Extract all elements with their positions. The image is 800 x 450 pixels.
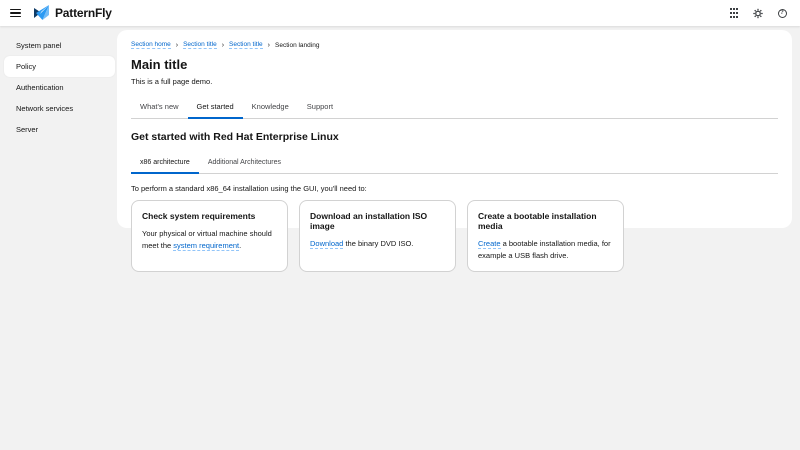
app-body: System panel Policy Authentication Netwo…: [0, 26, 800, 450]
intro-text: To perform a standard x86_64 installatio…: [131, 184, 367, 193]
card-create-bootable-media: Create a bootable installation media Cre…: [467, 200, 624, 273]
breadcrumb-link-section-title-2[interactable]: Section title: [229, 41, 263, 49]
breadcrumb-link-section-title-1[interactable]: Section title: [183, 41, 217, 49]
breadcrumb: Section home › Section title › Section t…: [131, 41, 778, 49]
breadcrumb-separator-icon: ›: [175, 41, 179, 49]
gear-icon[interactable]: [753, 8, 763, 18]
brand-title: PatternFly: [55, 6, 112, 20]
card-body: Your physical or virtual machine should …: [142, 228, 277, 251]
sidebar-item-network-services[interactable]: Network services: [4, 98, 115, 119]
card-title: Check system requirements: [142, 211, 256, 221]
system-requirement-link[interactable]: system requirement: [173, 240, 240, 251]
masthead: PatternFly ?: [0, 0, 800, 26]
hamburger-menu-icon[interactable]: [10, 7, 21, 20]
apps-grid-icon[interactable]: [729, 8, 739, 18]
card-body-text: .: [239, 240, 242, 250]
breadcrumb-separator-icon: ›: [221, 41, 225, 49]
sidebar-item-authentication[interactable]: Authentication: [4, 77, 115, 98]
content-panel: Section home › Section title › Section t…: [117, 30, 792, 273]
tab-additional-architectures[interactable]: Additional Architectures: [199, 153, 290, 174]
card-title: Create a bootable installation media: [478, 211, 597, 231]
sidebar-item-policy[interactable]: Policy: [4, 56, 115, 77]
card-download-iso: Download an installation ISO image Downl…: [299, 200, 456, 273]
tab-whats-new[interactable]: What's new: [131, 96, 188, 119]
breadcrumb-separator-icon: ›: [267, 41, 270, 49]
card-row: Check system requirements Your physical …: [131, 200, 778, 273]
section-heading: Get started with Red Hat Enterprise Linu…: [131, 131, 339, 143]
breadcrumb-current-page: Section landing: [275, 41, 320, 49]
create-link[interactable]: Create: [478, 239, 501, 249]
download-link[interactable]: Download: [310, 239, 344, 249]
page-subtitle: This is a full page demo.: [131, 77, 213, 86]
help-question-icon[interactable]: ?: [777, 8, 787, 18]
card-body: Download the binary DVD ISO.: [310, 238, 445, 250]
main-area: Section home › Section title › Section t…: [117, 26, 800, 450]
sidebar-nav: System panel Policy Authentication Netwo…: [0, 26, 117, 450]
brand[interactable]: PatternFly: [34, 5, 112, 21]
secondary-tabs: x86 architecture Additional Architecture…: [131, 153, 778, 174]
tab-support[interactable]: Support: [298, 96, 342, 119]
breadcrumb-link-section-home[interactable]: Section home: [131, 41, 171, 49]
tab-get-started[interactable]: Get started: [187, 96, 243, 119]
card-body: Create a bootable installation media, fo…: [478, 238, 613, 261]
page-title: Main title: [131, 57, 188, 72]
patternfly-logo-icon: [34, 5, 49, 20]
card-body-text: the binary DVD ISO.: [343, 239, 414, 248]
tab-x86-architecture[interactable]: x86 architecture: [131, 153, 199, 174]
sidebar-item-server[interactable]: Server: [4, 119, 115, 140]
card-title: Download an installation ISO image: [310, 211, 428, 231]
card-check-system-requirements: Check system requirements Your physical …: [131, 200, 288, 273]
masthead-toolbar: ?: [729, 8, 787, 18]
sidebar-item-system-panel[interactable]: System panel: [4, 35, 115, 56]
primary-tabs: What's new Get started Knowledge Support: [131, 96, 778, 119]
tab-knowledge[interactable]: Knowledge: [243, 96, 298, 119]
